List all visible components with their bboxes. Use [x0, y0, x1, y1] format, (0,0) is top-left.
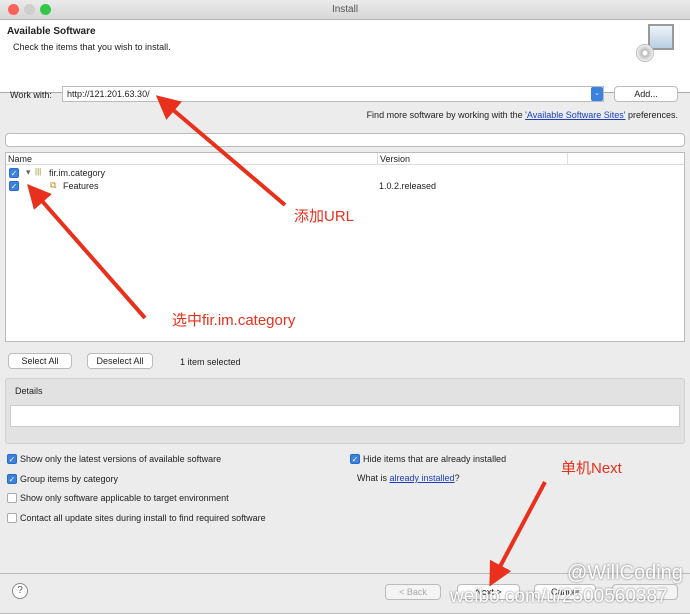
watermark-url: weibo.com/u/2500560387	[450, 586, 668, 607]
annotation-select-category: 选中fir.im.category	[172, 312, 296, 329]
annotation-add-url: 添加URL	[294, 208, 355, 225]
annotation-click-next: 单机Next	[561, 460, 622, 477]
arrow-to-checkbox	[27, 183, 147, 320]
annotation-arrows	[27, 95, 547, 587]
arrow-to-url	[155, 95, 287, 207]
watermark-handle: @WillCoding	[567, 562, 683, 584]
arrow-to-next	[489, 481, 547, 587]
